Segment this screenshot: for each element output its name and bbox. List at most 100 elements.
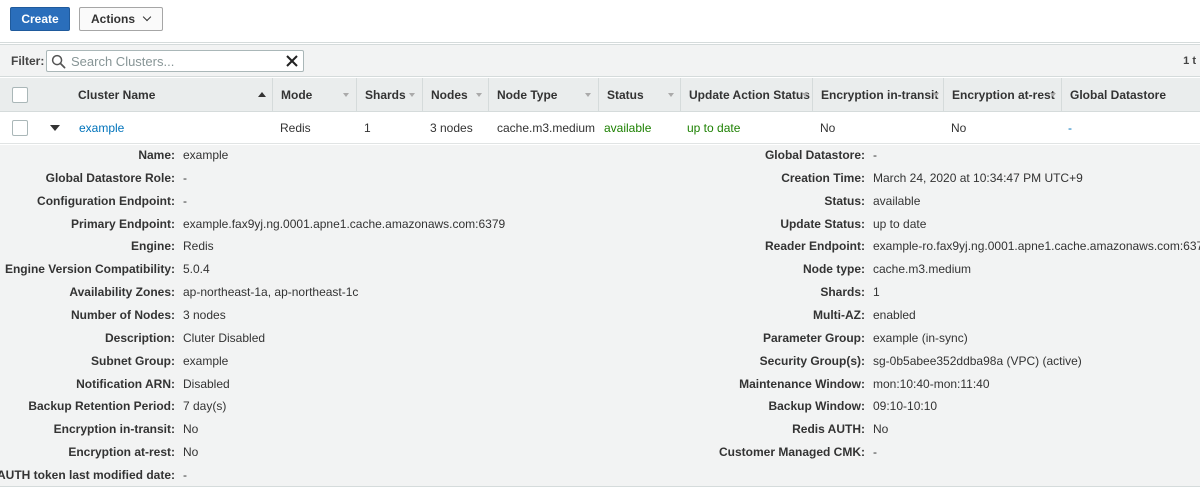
sort-icon (1050, 93, 1056, 97)
detail-value: example (183, 148, 229, 162)
column-label: Update Action Status (689, 88, 810, 102)
close-icon[interactable] (284, 53, 300, 69)
detail-value: 09:10-10:10 (873, 399, 938, 413)
chevron-down-icon (142, 12, 152, 22)
detail-value: 5.0.4 (183, 262, 210, 276)
column-header-mode[interactable]: Mode (272, 78, 356, 112)
cell-shards: 1 (364, 121, 371, 135)
search-icon (51, 54, 66, 69)
detail-label: Creation Time: (781, 171, 865, 185)
detail-label: Global Datastore Role: (45, 171, 175, 185)
create-button[interactable]: Create (10, 7, 70, 31)
detail-value: No (183, 445, 199, 459)
detail-label: Encryption at-rest: (68, 445, 175, 459)
detail-label: Availability Zones: (69, 285, 175, 299)
detail-value: ap-northeast-1a, ap-northeast-1c (183, 285, 359, 299)
detail-label: Backup Window: (768, 399, 865, 413)
sort-icon (668, 93, 674, 97)
column-header-node-type[interactable]: Node Type (488, 78, 598, 112)
column-label: Nodes (431, 88, 468, 102)
detail-label: Parameter Group: (762, 331, 865, 345)
column-header-cluster-name[interactable]: Cluster Name (70, 78, 272, 112)
detail-value: - (183, 468, 187, 482)
detail-value: Disabled (183, 377, 230, 391)
column-header-status[interactable]: Status (598, 78, 680, 112)
detail-value: Redis (183, 239, 214, 253)
detail-label: Customer Managed CMK: (718, 445, 865, 459)
detail-label: Description: (104, 331, 175, 345)
detail-label: Notification ARN: (76, 377, 175, 391)
cell-node-type: cache.m3.medium (497, 121, 596, 135)
chevron-down-icon[interactable] (50, 125, 60, 131)
cell-status: available (604, 121, 652, 135)
column-header-global-datastore[interactable]: Global Datastore (1061, 78, 1200, 112)
detail-value: sg-0b5abee352ddba98a (VPC) (active) (873, 354, 1082, 368)
detail-label: Configuration Endpoint: (37, 194, 175, 208)
detail-value: example.fax9yj.ng.0001.apne1.cache.amazo… (183, 217, 506, 231)
detail-label: Reader Endpoint: (764, 239, 865, 253)
pagination-indicator: 1 t (1183, 55, 1196, 67)
cluster-detail-panel: Name: example Global Datastore Role: - Confi… (0, 145, 1200, 487)
column-label: Status (607, 88, 644, 102)
actions-button-label: Actions (91, 12, 136, 26)
detail-value: - (183, 194, 187, 208)
table-row[interactable]: example Redis 1 3 nodes cache.m3.medium … (0, 113, 1200, 144)
detail-label: Number of Nodes: (70, 308, 175, 322)
detail-label: Backup Retention Period: (28, 399, 175, 413)
detail-label: Primary Endpoint: (70, 217, 175, 231)
detail-label: Subnet Group: (91, 354, 175, 368)
column-label: Global Datastore (1070, 88, 1167, 102)
cluster-name-link[interactable]: example (79, 113, 124, 144)
filter-label: Filter: (11, 54, 45, 68)
column-label: Shards (365, 88, 406, 102)
table-header: Cluster Name Mode Shards Nodes Node Type… (0, 78, 1200, 112)
cell-global-datastore: - (1068, 121, 1072, 135)
cell-nodes: 3 nodes (430, 121, 473, 135)
cell-mode: Redis (280, 121, 311, 135)
search-input[interactable] (71, 52, 281, 70)
column-header-encryption-in-transit[interactable]: Encryption in-transit (812, 78, 943, 112)
detail-value: Cluter Disabled (183, 331, 266, 345)
detail-value: enabled (873, 308, 916, 322)
detail-label: Status: (824, 194, 865, 208)
detail-value: example-ro.fax9yj.ng.0001.apne1.cache.am… (873, 239, 1200, 253)
cell-encryption-at-rest: No (951, 121, 967, 135)
column-label: Node Type (497, 88, 558, 102)
detail-label: Security Group(s): (759, 354, 865, 368)
row-select-checkbox[interactable] (12, 120, 28, 136)
column-header-encryption-at-rest[interactable]: Encryption at-rest (943, 78, 1061, 112)
detail-value: mon:10:40-mon:11:40 (873, 377, 990, 391)
detail-value: cache.m3.medium (873, 262, 972, 276)
detail-label: Engine: (131, 239, 175, 253)
search-box[interactable] (46, 50, 304, 72)
column-header-update-action-status[interactable]: Update Action Status (680, 78, 812, 112)
sort-icon (409, 93, 415, 97)
select-all-checkbox[interactable] (12, 87, 28, 103)
sort-icon (343, 93, 349, 97)
detail-value: up to date (873, 217, 927, 231)
column-header-shards[interactable]: Shards (356, 78, 422, 112)
detail-value: 7 day(s) (183, 399, 227, 413)
detail-label: Redis AUTH: (792, 422, 865, 436)
actions-dropdown-button[interactable]: Actions (79, 7, 163, 31)
detail-value: - (873, 445, 877, 459)
detail-label: Encryption in-transit: (53, 422, 175, 436)
detail-label: Update Status: (780, 217, 865, 231)
detail-label: Maintenance Window: (739, 377, 865, 391)
detail-label: Shards: (820, 285, 865, 299)
column-header-nodes[interactable]: Nodes (422, 78, 488, 112)
detail-value: - (183, 171, 187, 185)
column-label: Mode (281, 88, 313, 102)
detail-label: Node type: (802, 262, 865, 276)
column-label: Cluster Name (78, 88, 156, 102)
detail-value: 1 (873, 285, 880, 299)
cell-update-action-status: up to date (687, 121, 741, 135)
detail-label: Name: (138, 148, 175, 162)
detail-value: example (183, 354, 229, 368)
detail-label: AUTH token last modified date: (0, 468, 175, 482)
detail-value: - (873, 148, 877, 162)
cell-encryption-in-transit: No (820, 121, 836, 135)
detail-label: Global Datastore: (764, 148, 865, 162)
detail-value: March 24, 2020 at 10:34:47 PM UTC+9 (873, 171, 1083, 185)
sort-icon (476, 93, 482, 97)
